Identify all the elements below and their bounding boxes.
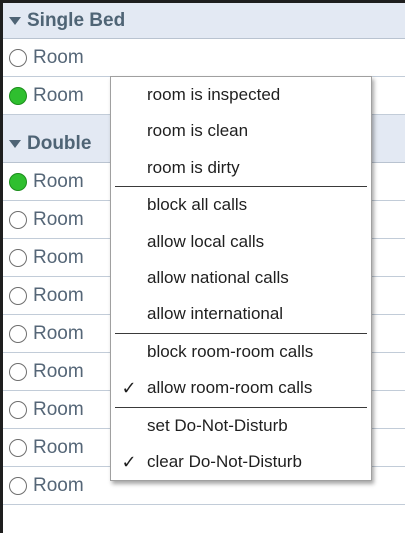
room-status-empty-icon	[9, 400, 27, 419]
menu-item-label: room is clean	[147, 121, 249, 141]
menu-item-label: block all calls	[147, 195, 248, 215]
menu-item-clear-dnd[interactable]: ✓ clear Do-Not-Disturb	[111, 444, 371, 480]
menu-item-label: set Do-Not-Disturb	[147, 415, 288, 435]
checkmark-icon: ✓	[121, 378, 137, 399]
menu-item-label: allow room-room calls	[147, 378, 313, 398]
room-label: Room	[33, 360, 84, 382]
room-status-empty-icon	[9, 210, 27, 229]
menu-item-room-inspected[interactable]: room is inspected	[111, 77, 371, 113]
menu-item-block-all-calls[interactable]: block all calls	[111, 187, 371, 223]
room-row[interactable]: Room	[3, 39, 405, 77]
room-label: Room	[33, 208, 84, 230]
menu-item-allow-international[interactable]: allow international	[111, 296, 371, 332]
menu-item-room-clean[interactable]: room is clean	[111, 113, 371, 149]
checkmark-icon: ✓	[121, 451, 137, 472]
menu-item-allow-local-calls[interactable]: allow local calls	[111, 224, 371, 260]
room-label: Room	[33, 170, 84, 192]
collapse-triangle-icon[interactable]	[9, 16, 21, 25]
menu-item-room-dirty[interactable]: room is dirty	[111, 150, 371, 186]
room-status-green-icon	[9, 86, 27, 105]
menu-item-allow-room-room-calls[interactable]: ✓ allow room-room calls	[111, 370, 371, 406]
menu-item-label: room is inspected	[147, 85, 281, 104]
group-header-single-bed[interactable]: Single Bed	[3, 3, 405, 39]
room-status-empty-icon	[9, 286, 27, 305]
room-label: Room	[33, 322, 84, 344]
menu-item-label: allow national calls	[147, 267, 289, 287]
menu-item-label: block room-room calls	[147, 341, 314, 361]
collapse-triangle-icon[interactable]	[9, 139, 21, 148]
room-label: Room	[33, 246, 84, 268]
menu-item-label: room is dirty	[147, 157, 240, 177]
group-title: Single Bed	[27, 9, 126, 31]
room-status-empty-icon	[9, 324, 27, 343]
room-status-empty-icon	[9, 248, 27, 267]
room-label: Room	[33, 46, 84, 68]
room-status-green-icon	[9, 172, 27, 191]
room-label: Room	[33, 436, 84, 458]
room-status-empty-icon	[9, 476, 27, 495]
menu-item-set-dnd[interactable]: set Do-Not-Disturb	[111, 408, 371, 444]
room-label: Room	[33, 284, 84, 306]
menu-item-label: allow local calls	[147, 231, 265, 251]
menu-item-allow-national-calls[interactable]: allow national calls	[111, 260, 371, 296]
menu-item-label: allow international	[147, 304, 284, 324]
room-label: Room	[33, 84, 84, 106]
group-title: Double	[27, 132, 92, 154]
room-status-empty-icon	[9, 362, 27, 381]
room-context-menu: room is inspected room is clean room is …	[110, 76, 372, 482]
room-label: Room	[33, 398, 84, 420]
menu-item-label: clear Do-Not-Disturb	[147, 451, 302, 471]
room-status-empty-icon	[9, 438, 27, 457]
menu-item-block-room-room-calls[interactable]: block room-room calls	[111, 334, 371, 370]
room-label: Room	[33, 474, 84, 496]
room-status-empty-icon	[9, 48, 27, 67]
